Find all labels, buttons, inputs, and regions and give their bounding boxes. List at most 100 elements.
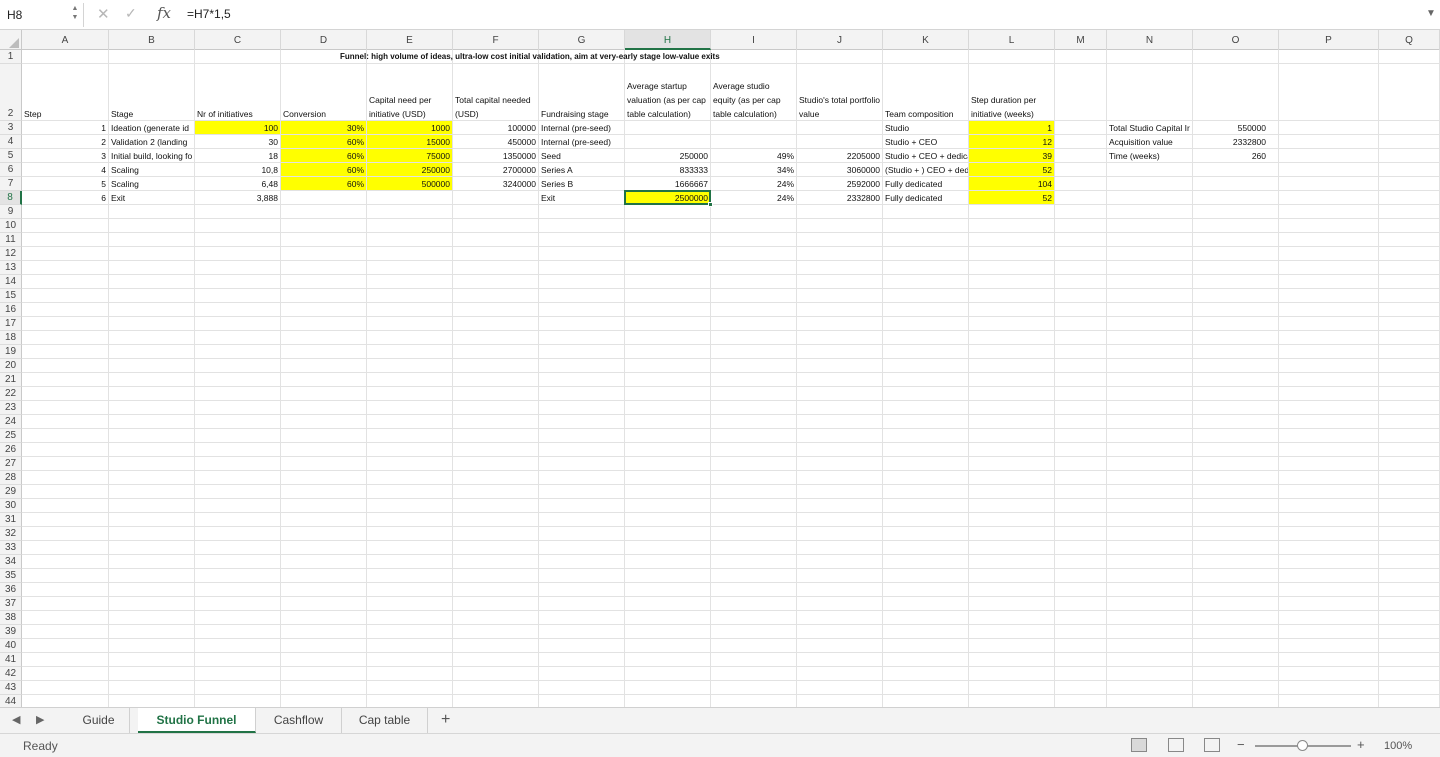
header-cell-j[interactable]: Studio's total portfolio value — [797, 64, 882, 121]
cell-e6[interactable]: 250000 — [367, 163, 452, 177]
page-layout-view-icon[interactable] — [1168, 738, 1184, 752]
cell-j3[interactable] — [797, 121, 882, 135]
cell-e8[interactable] — [367, 191, 452, 205]
zoom-in-button[interactable]: + — [1357, 737, 1365, 752]
cell-c5[interactable]: 18 — [195, 149, 280, 163]
row-header-6[interactable]: 6 — [0, 163, 22, 177]
header-cell-a[interactable]: Step — [22, 64, 108, 121]
header-cell-k[interactable]: Team composition — [883, 64, 968, 121]
column-header-n[interactable]: N — [1107, 30, 1193, 50]
cell-l5[interactable]: 39 — [969, 149, 1054, 163]
column-header-m[interactable]: M — [1055, 30, 1107, 50]
row-header-20[interactable]: 20 — [0, 359, 22, 373]
cell-l3[interactable]: 1 — [969, 121, 1054, 135]
row-header-31[interactable]: 31 — [0, 513, 22, 527]
cell-f4[interactable]: 450000 — [453, 135, 538, 149]
row-header-32[interactable]: 32 — [0, 527, 22, 541]
zoom-out-button[interactable]: − — [1237, 737, 1245, 752]
row-header-27[interactable]: 27 — [0, 457, 22, 471]
row-header-22[interactable]: 22 — [0, 387, 22, 401]
cell-o3-value[interactable]: 550000 — [1193, 121, 1268, 135]
row-header-40[interactable]: 40 — [0, 639, 22, 653]
cell-j8[interactable]: 2332800 — [797, 191, 882, 205]
cell-a8[interactable]: 6 — [22, 191, 108, 205]
row-header-15[interactable]: 15 — [0, 289, 22, 303]
row-header-43[interactable]: 43 — [0, 681, 22, 695]
row-header-44[interactable]: 44 — [0, 695, 22, 707]
column-header-c[interactable]: C — [195, 30, 281, 50]
row-header-28[interactable]: 28 — [0, 471, 22, 485]
cell-g5[interactable]: Seed — [539, 149, 624, 163]
cell-c6[interactable]: 10,8 — [195, 163, 280, 177]
row-header-41[interactable]: 41 — [0, 653, 22, 667]
row-header-1[interactable]: 1 — [0, 50, 22, 64]
cell-i6[interactable]: 34% — [711, 163, 796, 177]
row-header-7[interactable]: 7 — [0, 177, 22, 191]
cell-b7[interactable]: Scaling — [109, 177, 194, 191]
row-header-12[interactable]: 12 — [0, 247, 22, 261]
cell-j6[interactable]: 3060000 — [797, 163, 882, 177]
formula-input[interactable]: =H7*1,5 — [187, 7, 231, 21]
column-header-d[interactable]: D — [281, 30, 367, 50]
cell-g3[interactable]: Internal (pre-seed) — [539, 121, 624, 135]
row-header-34[interactable]: 34 — [0, 555, 22, 569]
cell-c7[interactable]: 6,48 — [195, 177, 280, 191]
cell-f3[interactable]: 100000 — [453, 121, 538, 135]
row-header-18[interactable]: 18 — [0, 331, 22, 345]
column-header-q[interactable]: Q — [1379, 30, 1440, 50]
row-header-10[interactable]: 10 — [0, 219, 22, 233]
cell-h7[interactable]: 1666667 — [625, 177, 710, 191]
row-header-29[interactable]: 29 — [0, 485, 22, 499]
cell-d7[interactable]: 60% — [281, 177, 366, 191]
row-header-38[interactable]: 38 — [0, 611, 22, 625]
select-all-button[interactable] — [0, 30, 22, 50]
zoom-slider-thumb[interactable] — [1297, 740, 1308, 751]
cell-a4[interactable]: 2 — [22, 135, 108, 149]
row-header-35[interactable]: 35 — [0, 569, 22, 583]
row-header-37[interactable]: 37 — [0, 597, 22, 611]
header-cell-g[interactable]: Fundraising stage — [539, 64, 624, 121]
column-header-a[interactable]: A — [22, 30, 109, 50]
cell-l6[interactable]: 52 — [969, 163, 1054, 177]
insert-function-icon[interactable]: fx — [157, 4, 171, 22]
row-header-25[interactable]: 25 — [0, 429, 22, 443]
sheet-tab-cap-table[interactable]: Cap table — [342, 708, 428, 733]
cell-i8[interactable]: 24% — [711, 191, 796, 205]
cell-l7[interactable]: 104 — [969, 177, 1054, 191]
cell-i5[interactable]: 49% — [711, 149, 796, 163]
cell-a3[interactable]: 1 — [22, 121, 108, 135]
accept-icon[interactable]: ✓ — [125, 5, 137, 22]
row-header-17[interactable]: 17 — [0, 317, 22, 331]
cell-h4[interactable] — [625, 135, 710, 149]
column-header-l[interactable]: L — [969, 30, 1055, 50]
sheet-tab-studio-funnel[interactable]: Studio Funnel — [138, 708, 256, 733]
cell-k5[interactable]: Studio + CEO + dedica — [883, 149, 968, 163]
row-header-33[interactable]: 33 — [0, 541, 22, 555]
cell-k7[interactable]: Fully dedicated — [883, 177, 968, 191]
name-box[interactable]: H8 ▲ ▼ — [0, 3, 84, 27]
cell-k8[interactable]: Fully dedicated — [883, 191, 968, 205]
cell-h5[interactable]: 250000 — [625, 149, 710, 163]
header-cell-c[interactable]: Nr of initiatives — [195, 64, 280, 121]
cell-d3[interactable]: 30% — [281, 121, 366, 135]
row-header-26[interactable]: 26 — [0, 443, 22, 457]
row-header-3[interactable]: 3 — [0, 121, 22, 135]
column-header-g[interactable]: G — [539, 30, 625, 50]
sheet-tab-guide[interactable]: Guide — [68, 708, 130, 733]
column-header-k[interactable]: K — [883, 30, 969, 50]
cell-e5[interactable]: 75000 — [367, 149, 452, 163]
cell-d6[interactable]: 60% — [281, 163, 366, 177]
row-header-24[interactable]: 24 — [0, 415, 22, 429]
row-header-2[interactable]: 2 — [0, 64, 22, 121]
cell-o4-value[interactable]: 2332800 — [1193, 135, 1268, 149]
cell-b4[interactable]: Validation 2 (landing — [109, 135, 194, 149]
column-header-j[interactable]: J — [797, 30, 883, 50]
header-cell-h[interactable]: Average startup valuation (as per cap ta… — [625, 64, 710, 121]
header-cell-i[interactable]: Average studio equity (as per cap table … — [711, 64, 796, 121]
cell-k4[interactable]: Studio + CEO — [883, 135, 968, 149]
spreadsheet-grid[interactable]: 1 2 3 4 5 6 7 8 9 10 11 12 13 14 15 16 17 18 19 20 21 22 23 24 2… — [0, 50, 1440, 707]
cell-g7[interactable]: Series B — [539, 177, 624, 191]
cell-a5[interactable]: 3 — [22, 149, 108, 163]
cell-k3[interactable]: Studio — [883, 121, 968, 135]
row-header-16[interactable]: 16 — [0, 303, 22, 317]
